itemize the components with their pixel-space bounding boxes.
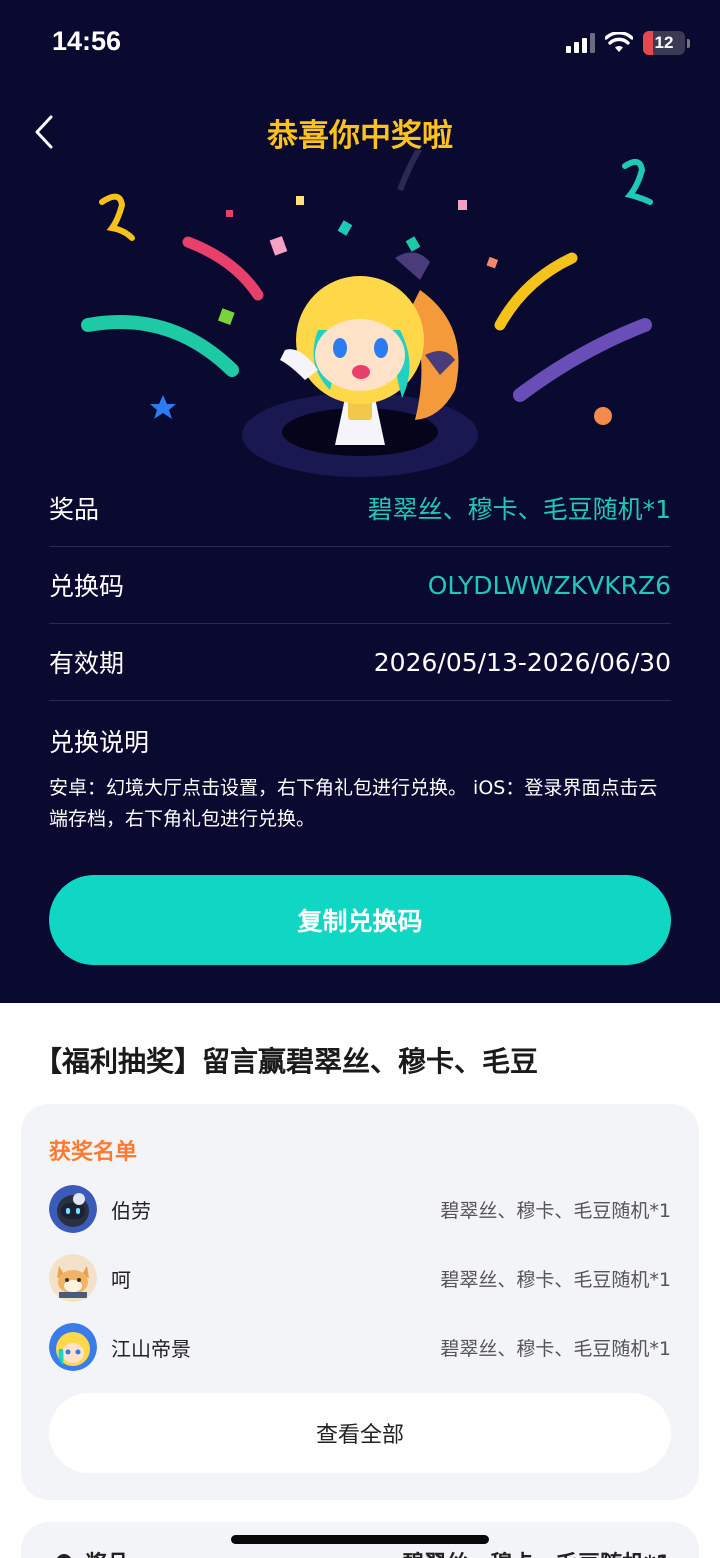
winner-name: 呵 (111, 1267, 131, 1292)
winner-row[interactable]: 呵 碧翠丝、穆卡、毛豆随机*1 (49, 1253, 671, 1303)
gear-icon (57, 1554, 71, 1558)
post-title[interactable]: 【福利抽奖】留言赢碧翠丝、穆卡、毛豆 (34, 1040, 538, 1080)
view-all-button[interactable]: 查看全部 (49, 1393, 671, 1473)
status-time: 14:56 (52, 26, 122, 56)
prize-row: 奖品 碧翠丝、穆卡、毛豆随机*1 (49, 470, 671, 547)
home-indicator (231, 1535, 489, 1544)
signal-icon (566, 33, 595, 53)
redeem-code-row: 兑换码 OLYDLWWZKVKRZ6 (49, 547, 671, 624)
prize-label: 奖品 (49, 495, 100, 524)
battery-icon: 12 (643, 31, 685, 55)
page-title: 恭喜你中奖啦 (267, 118, 453, 154)
winner-row[interactable]: 伯劳 碧翠丝、穆卡、毛豆随机*1 (49, 1184, 671, 1234)
copy-code-button[interactable]: 复制兑换码 (49, 875, 671, 965)
prize-value: 碧翠丝、穆卡、毛豆随机*1 (367, 495, 671, 524)
redeem-code-value[interactable]: OLYDLWWZKVKRZ6 (428, 571, 671, 600)
status-icons: 12 (566, 30, 690, 56)
validity-value: 2026/05/13-2026/06/30 (373, 647, 671, 677)
status-bar: 14:56 12 (0, 0, 720, 88)
winner-row[interactable]: 江山帝景 碧翠丝、穆卡、毛豆随机*1 (49, 1322, 671, 1372)
winners-card: 获奖名单 伯劳 碧翠丝、穆卡、毛豆随机*1 呵 碧翠丝、穆卡、毛豆随机*1 江山… (21, 1104, 699, 1500)
battery-level: 12 (654, 33, 674, 52)
avatar (49, 1185, 97, 1233)
avatar (49, 1254, 97, 1302)
winner-name: 江山帝景 (111, 1336, 191, 1361)
winner-prize: 碧翠丝、穆卡、毛豆随机*1 (440, 1199, 671, 1222)
redeem-code-label: 兑换码 (49, 572, 125, 601)
winner-name: 伯劳 (111, 1198, 151, 1223)
validity-row: 有效期 2026/05/13-2026/06/30 (49, 624, 671, 701)
winner-prize: 碧翠丝、穆卡、毛豆随机*1 (440, 1268, 671, 1291)
prize-summary-row: 奖品 碧翠丝、穆卡、毛豆随机*1 (51, 1546, 671, 1558)
wifi-icon (605, 32, 633, 52)
prize-info: 奖品 碧翠丝、穆卡、毛豆随机*1 兑换码 OLYDLWWZKVKRZ6 有效期 … (49, 470, 671, 835)
avatar (49, 1323, 97, 1371)
winners-heading: 获奖名单 (49, 1140, 138, 1165)
prize-summary-label: 奖品 (85, 1546, 129, 1558)
celebration-illustration (81, 150, 653, 477)
winner-prize: 碧翠丝、穆卡、毛豆随机*1 (440, 1337, 671, 1360)
prize-hero: 14:56 12 恭喜你中奖啦 奖品 碧翠丝、穆卡、毛豆随机*1 兑换码 OLY… (0, 0, 720, 1003)
instructions-title: 兑换说明 (49, 728, 150, 757)
validity-label: 有效期 (49, 649, 125, 678)
instructions-text: 安卓：幻境大厅点击设置，右下角礼包进行兑换。 iOS：登录界面点击云端存档，右下… (49, 777, 658, 830)
prize-summary-value: 碧翠丝、穆卡、毛豆随机*1 (402, 1546, 671, 1558)
